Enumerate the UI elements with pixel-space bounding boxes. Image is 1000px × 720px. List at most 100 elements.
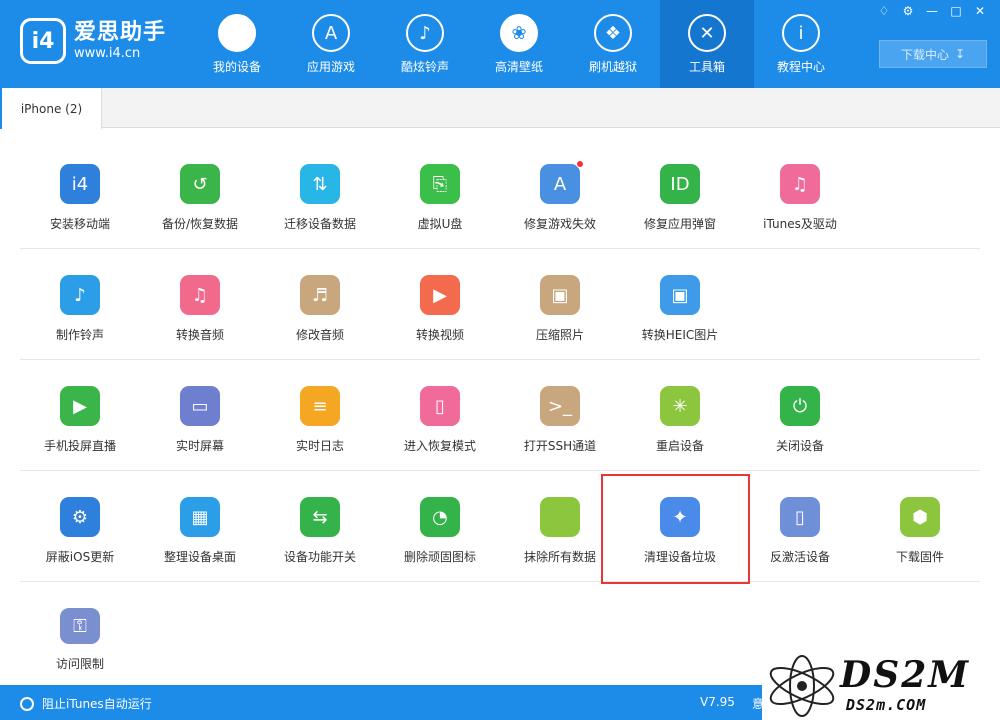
tab-iphone[interactable]: iPhone (2)	[0, 88, 102, 129]
edit-audio-icon: ♬	[300, 275, 340, 315]
tool-label: 设备功能开关	[283, 550, 356, 564]
icon-glyph: ▦	[191, 506, 209, 528]
tool-item[interactable]: ▯ 反激活设备	[740, 471, 860, 581]
icon-glyph: ↺	[192, 173, 208, 195]
tool-item[interactable]: ID 修复应用弹窗	[620, 138, 740, 248]
close-icon[interactable]: ✕	[968, 2, 992, 20]
header: i4 爱思助手 www.i4.cn 我的设备 A 应用游戏 ♪ 酷炫铃声 ❀ 高清壁纸 ❖ 刷机…	[0, 0, 1000, 88]
tool-item[interactable]: ▣ 转换HEIC图片	[620, 249, 740, 359]
nav-item-1[interactable]: A 应用游戏	[284, 0, 378, 88]
device-tab-bar: iPhone (2)	[0, 88, 1000, 129]
download-center-button[interactable]: 下载中心 ↧	[879, 40, 987, 68]
tool-item[interactable]: ♫ iTunes及驱动	[740, 138, 860, 248]
tool-item[interactable]: ▦ 整理设备桌面	[140, 471, 260, 581]
tool-item[interactable]: A 修复游戏失效	[500, 138, 620, 248]
tool-label: 虚拟U盘	[417, 217, 463, 231]
tool-label: 修复应用弹窗	[643, 217, 716, 231]
icon-glyph: ✦	[672, 506, 688, 528]
tool-item[interactable]: ⇆ 设备功能开关	[260, 471, 380, 581]
nav-item-0[interactable]: 我的设备	[190, 0, 284, 88]
tool-label: 修改音频	[295, 328, 344, 342]
download-icon: ↧	[954, 47, 966, 61]
tool-item[interactable]: ▭ 实时屏幕	[140, 360, 260, 470]
tool-item[interactable]: ⎘ 虚拟U盘	[380, 138, 500, 248]
icon-glyph: ▭	[191, 395, 209, 417]
tool-label: 重启设备	[655, 439, 704, 453]
radio-icon	[20, 696, 34, 711]
i4-app-icon: i4	[60, 164, 100, 204]
tool-item[interactable]: 抹除所有数据	[500, 471, 620, 581]
delete-icon-icon: ◔	[420, 497, 460, 537]
tool-label: 下载固件	[895, 550, 944, 564]
i4-logo-icon: i4	[20, 18, 66, 64]
shirt-icon[interactable]: ♢	[872, 2, 896, 20]
tool-item[interactable]: ♬ 修改音频	[260, 249, 380, 359]
nav-item-6[interactable]: i 教程中心	[754, 0, 848, 88]
tool-item[interactable]: ▯ 进入恢复模式	[380, 360, 500, 470]
access-restriction-icon: ⚿	[60, 608, 100, 644]
power-icon: ⏻	[780, 386, 820, 426]
tool-row: ▶ 手机投屏直播 ▭ 实时屏幕 ≡ 实时日志 ▯ 进入恢复模式 >_ 打开SSH通道 ✳ 重启设备 ⏻ 关…	[20, 360, 980, 471]
screen-cast-icon: ▶	[60, 386, 100, 426]
tool-item[interactable]: ✳ 重启设备	[620, 360, 740, 470]
erase-data-icon	[540, 497, 580, 537]
ssh-terminal-icon: >_	[540, 386, 580, 426]
tool-item[interactable]: ⚙ 屏蔽iOS更新	[20, 471, 140, 581]
icon-glyph: ⇆	[312, 506, 328, 528]
tool-item[interactable]: ⇅ 迁移设备数据	[260, 138, 380, 248]
icon-glyph: ♪	[74, 284, 86, 306]
icon-glyph: ✳	[672, 395, 688, 417]
tool-label: 迁移设备数据	[283, 217, 356, 231]
icon-glyph: ⇅	[312, 173, 328, 195]
icon-glyph: ⬢	[912, 506, 928, 528]
nav-item-3[interactable]: ❀ 高清壁纸	[472, 0, 566, 88]
minimize-icon[interactable]: —	[920, 2, 944, 20]
gear-icon[interactable]: ⚙	[896, 2, 920, 20]
tool-label: 抹除所有数据	[523, 550, 596, 564]
icon-glyph: ID	[670, 173, 690, 195]
nav-item-5[interactable]: ✕ 工具箱	[660, 0, 754, 88]
convert-video-icon: ▶	[420, 275, 460, 315]
tool-item[interactable]: ▣ 压缩照片	[500, 249, 620, 359]
app-store-icon: A	[312, 14, 350, 52]
nav-item-2[interactable]: ♪ 酷炫铃声	[378, 0, 472, 88]
tool-label: 清理设备垃圾	[643, 550, 716, 564]
feature-toggle-icon: ⇆	[300, 497, 340, 537]
tool-item[interactable]: ◔ 删除顽固图标	[380, 471, 500, 581]
tool-item[interactable]: ≡ 实时日志	[260, 360, 380, 470]
tool-item[interactable]: ♫ 转换音频	[140, 249, 260, 359]
icon-glyph: i4	[71, 173, 89, 195]
realtime-log-icon: ≡	[300, 386, 340, 426]
tool-item[interactable]: ▶ 转换视频	[380, 249, 500, 359]
tool-label: 实时日志	[295, 439, 344, 453]
tool-item[interactable]: >_ 打开SSH通道	[500, 360, 620, 470]
maximize-icon[interactable]: □	[944, 2, 968, 20]
version-label: V7.95	[700, 695, 735, 709]
tool-label: 实时屏幕	[175, 439, 224, 453]
tool-item[interactable]: ⬢ 下载固件	[860, 471, 980, 581]
convert-audio-icon: ♫	[180, 275, 220, 315]
watermark: DS2M DS2m.COM	[762, 652, 1000, 720]
icon-glyph: >_	[547, 395, 573, 417]
tool-label: 打开SSH通道	[523, 439, 597, 453]
main-nav: 我的设备 A 应用游戏 ♪ 酷炫铃声 ❀ 高清壁纸 ❖ 刷机越狱 ✕ 工具箱 i 教程中心	[190, 0, 848, 88]
icon-glyph: ≡	[312, 395, 328, 417]
tool-item[interactable]: ♪ 制作铃声	[20, 249, 140, 359]
app-url: www.i4.cn	[74, 46, 141, 61]
tool-item[interactable]: ↺ 备份/恢复数据	[140, 138, 260, 248]
block-itunes-toggle[interactable]: 阻止iTunes自动运行	[20, 695, 152, 712]
tool-row: i4 安装移动端 ↺ 备份/恢复数据 ⇅ 迁移设备数据 ⎘ 虚拟U盘 A 修复游戏失效 ID 修复应用…	[20, 138, 980, 249]
backup-restore-icon: ↺	[180, 164, 220, 204]
tool-item[interactable]: ✦ 清理设备垃圾	[620, 471, 740, 581]
tool-item[interactable]: i4 安装移动端	[20, 138, 140, 248]
tool-row: ⚙ 屏蔽iOS更新 ▦ 整理设备桌面 ⇆ 设备功能开关 ◔ 删除顽固图标 抹除所有数据 ✦ 清理设备…	[20, 471, 980, 582]
tool-item[interactable]: ▶ 手机投屏直播	[20, 360, 140, 470]
tool-label: 转换视频	[415, 328, 464, 342]
icon-glyph: ♫	[791, 173, 809, 195]
icon-glyph: ⎘	[432, 173, 448, 195]
nav-item-4[interactable]: ❖ 刷机越狱	[566, 0, 660, 88]
tool-item[interactable]: ⚿ 访问限制	[20, 582, 140, 672]
app-logo: i4 爱思助手 www.i4.cn	[20, 18, 166, 64]
tool-row: ♪ 制作铃声 ♫ 转换音频 ♬ 修改音频 ▶ 转换视频 ▣ 压缩照片 ▣ 转换HEIC图片	[20, 249, 980, 360]
tool-item[interactable]: ⏻ 关闭设备	[740, 360, 860, 470]
